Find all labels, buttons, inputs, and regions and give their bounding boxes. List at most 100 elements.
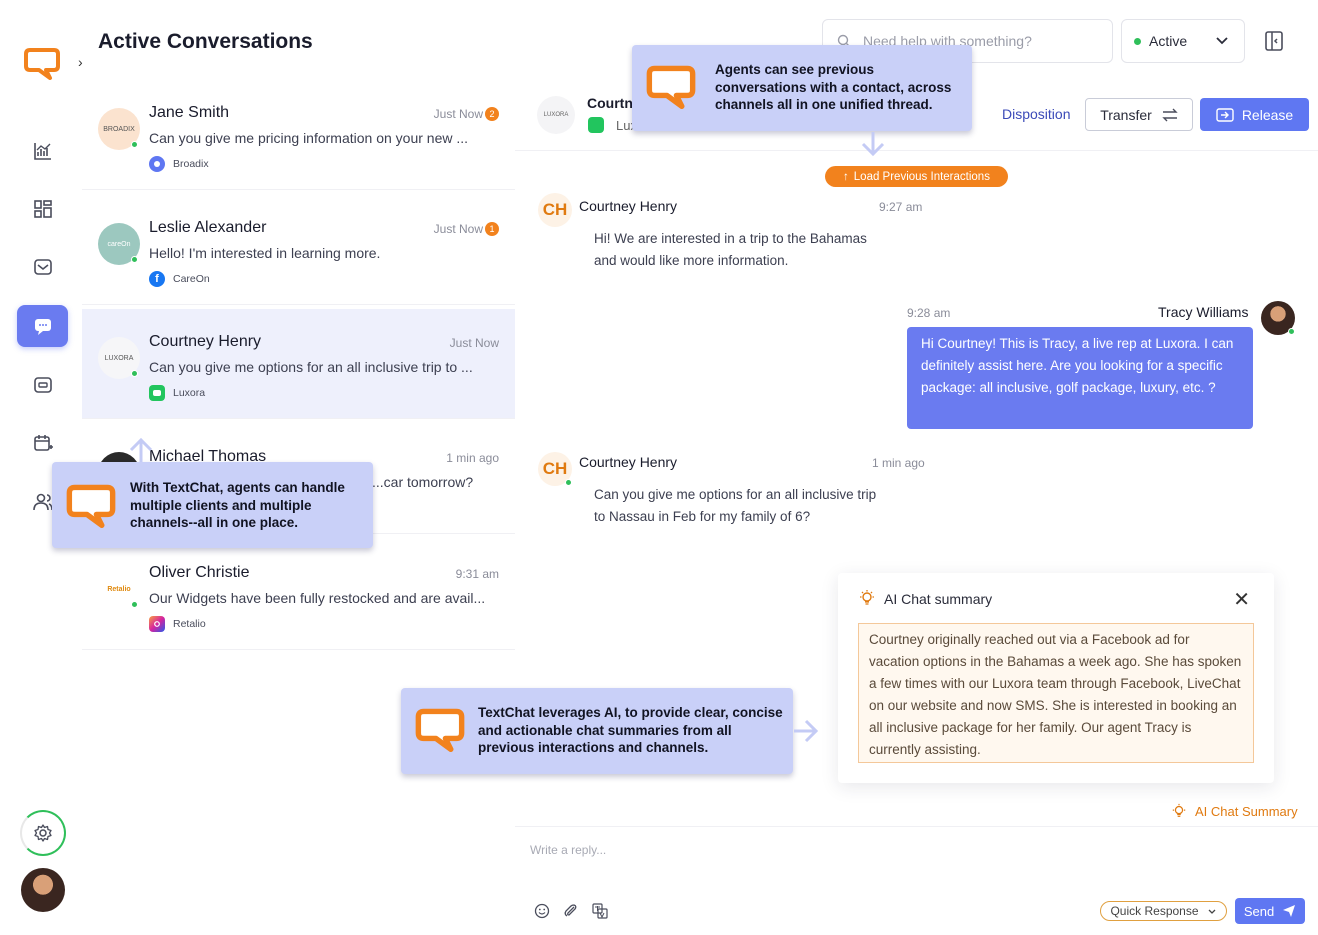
emoji-icon[interactable] [533, 902, 551, 920]
message-time: 9:31 am [455, 567, 499, 581]
load-previous-button[interactable]: ↑ Load Previous Interactions [825, 166, 1008, 187]
quick-response-dropdown[interactable]: Quick Response [1100, 901, 1227, 921]
translate-icon[interactable] [591, 902, 609, 920]
chevron-right-icon[interactable]: › [78, 54, 83, 70]
send-label: Send [1243, 903, 1275, 919]
avatar-initials: CH [542, 459, 568, 478]
contact-name: Courtney Henry [149, 333, 262, 350]
ai-summary-card: AI Chat summary ✕ Courtney originally re… [838, 573, 1274, 783]
release-label: Release [1241, 106, 1294, 123]
message-avatar: CH [538, 452, 572, 486]
reply-input[interactable] [530, 840, 1130, 860]
status-indicator [1134, 37, 1141, 45]
message-text: Hi! We are interested in a trip to the B… [594, 228, 867, 272]
chat-header-divider [515, 150, 1318, 151]
panel-toggle-icon[interactable] [1262, 29, 1286, 53]
avatar: careOn [98, 223, 140, 265]
callout-ai-summaries: TextChat leverages AI, to provide clear,… [401, 688, 793, 774]
status-dropdown[interactable]: Active [1121, 19, 1245, 63]
release-button[interactable]: Release [1200, 98, 1309, 131]
channel-tag: Retalio [149, 616, 206, 632]
online-indicator [1288, 328, 1295, 335]
attachment-icon[interactable] [562, 902, 580, 920]
lightbulb-icon [860, 590, 874, 605]
disposition-link[interactable]: Disposition [1002, 106, 1070, 122]
online-indicator [131, 141, 138, 148]
online-indicator [131, 256, 138, 263]
load-previous-label: Load Previous Interactions [853, 170, 990, 183]
brand-logo-icon[interactable] [24, 46, 60, 80]
brand-logo-icon [415, 708, 465, 752]
chat-icon [34, 319, 51, 335]
transfer-button[interactable]: Transfer [1085, 98, 1193, 131]
message-time: 1 min ago [872, 456, 925, 470]
sms-icon [588, 117, 604, 133]
channel-tag: f CareOn [149, 271, 210, 287]
channel-name: CareOn [173, 273, 210, 285]
callout-text: TextChat leverages AI, to provide clear,… [478, 705, 783, 755]
dashboard-icon [33, 200, 52, 218]
current-user-avatar[interactable] [21, 868, 65, 912]
message-text: Can you give me options for an all inclu… [594, 484, 876, 528]
callout-previous-conversations: Agents can see previous conversations wi… [632, 45, 972, 131]
arrow-up-icon [129, 437, 153, 462]
sms-icon [149, 385, 165, 401]
unread-badge: 1 [485, 222, 499, 236]
ai-summary-title: AI Chat summary [884, 591, 993, 607]
conversation-item[interactable]: BROADIX Jane Smith Just Now 2 Can you gi… [82, 80, 515, 190]
rail-item-calendar[interactable] [17, 422, 68, 464]
close-icon[interactable]: ✕ [1233, 587, 1250, 612]
facebook-icon: f [149, 271, 165, 287]
conversation-item-selected[interactable]: LUXORA Courtney Henry Just Now Can you g… [82, 309, 515, 419]
transfer-label: Transfer [1100, 106, 1152, 123]
chevron-down-icon [1216, 37, 1228, 45]
arrow-right-icon [794, 719, 819, 743]
ai-summary-toggle[interactable]: AI Chat Summary [1171, 803, 1298, 819]
message-preview: Our Widgets have been fully restocked an… [149, 590, 486, 606]
quick-response-label: Quick Response [1110, 904, 1199, 918]
avatar-label: Retalio [107, 585, 131, 593]
rail-item-chat[interactable] [17, 305, 68, 347]
transfer-icon [1162, 108, 1178, 121]
instagram-icon [149, 616, 165, 632]
avatar: LUXORA [98, 337, 140, 379]
send-icon [1283, 905, 1296, 917]
status-value: Active [1149, 33, 1188, 49]
message-time: Just Now [433, 107, 483, 121]
message-line: and would like more information. [594, 253, 789, 268]
rail-item-analytics[interactable] [17, 130, 68, 172]
channel-name: Retalio [173, 618, 206, 630]
online-indicator [131, 601, 138, 608]
avatar-initials: CH [542, 200, 568, 219]
channel-tag: Luxora [149, 385, 205, 401]
channel-name: Broadix [173, 158, 209, 170]
send-button[interactable]: Send [1235, 898, 1305, 924]
contact-name: Oliver Christie [149, 564, 250, 581]
message-preview: Can you give me options for an all inclu… [149, 359, 473, 375]
release-icon [1216, 107, 1234, 122]
composer-divider [515, 826, 1318, 827]
avatar-label: LUXORA [104, 354, 134, 362]
analytics-icon [33, 143, 51, 160]
avatar: Retalio [98, 568, 140, 610]
message-avatar: CH [538, 193, 572, 227]
conversation-item[interactable]: Retalio Oliver Christie 9:31 am Our Widg… [82, 540, 515, 650]
rail-item-dashboard[interactable] [17, 188, 68, 230]
unread-badge: 2 [485, 107, 499, 121]
message-time: 9:28 am [907, 306, 951, 320]
conversation-item[interactable]: careOn Leslie Alexander Just Now 1 Hello… [82, 195, 515, 305]
online-indicator [565, 479, 572, 486]
message-preview: Hello! I'm interested in learning more. [149, 245, 381, 261]
message-time: Just Now [449, 336, 499, 350]
rail-item-tickets[interactable] [17, 364, 68, 406]
rail-item-inbox[interactable] [17, 246, 68, 288]
ticket-icon [33, 377, 52, 393]
message-sender: Courtney Henry [579, 198, 678, 214]
message-sender: Courtney Henry [579, 454, 678, 470]
arrow-up-icon: ↑ [843, 170, 849, 183]
message-time: Just Now [433, 222, 483, 236]
message-line: Can you give me options for an all inclu… [594, 487, 877, 502]
settings-button[interactable] [20, 810, 66, 856]
avatar: BROADIX [98, 108, 140, 150]
ai-summary-text: Courtney originally reached out via a Fa… [858, 623, 1254, 763]
